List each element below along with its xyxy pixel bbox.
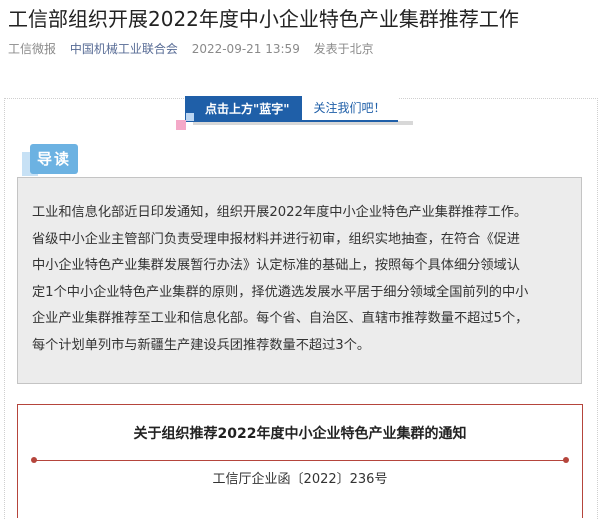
- follow-banner-cta[interactable]: 关注我们吧！: [301, 96, 398, 122]
- decor-square-pink: [176, 120, 186, 130]
- notice-divider: [34, 460, 566, 461]
- publish-datetime: 2022-09-21 13:59: [191, 42, 300, 56]
- source-account: 工信微报: [8, 42, 57, 56]
- article-title: 工信部组织开展2022年度中小企业特色产业集群推荐工作: [8, 7, 519, 31]
- divider-dot-left: [31, 457, 37, 463]
- intro-line: 中小企业特色产业集群发展暂行办法》认定标准的基础上，按照每个具体细分领域认: [32, 258, 520, 273]
- article-meta: 工信微报 中国机械工业联合会 2022-09-21 13:59 发表于北京: [8, 40, 384, 58]
- notice-document-number: 工信厅企业函〔2022〕236号: [212, 472, 388, 487]
- intro-line: 企业产业集群推荐至工业和信息化部。每个省、自治区、直辖市推荐数量不超过5个，: [32, 311, 529, 326]
- intro-line: 工业和信息化部近日印发通知，组织开展2022年度中小企业特色产业集群推荐工作。: [32, 205, 528, 220]
- divider-dot-right: [563, 457, 569, 463]
- notice-title: 关于组织推荐2022年度中小企业特色产业集群的通知: [133, 426, 467, 442]
- intro-line: 每个计划单列市与新疆生产建设兵团推荐数量不超过3个。: [32, 337, 371, 353]
- notice-box: 关于组织推荐2022年度中小企业特色产业集群的通知 工信厅企业函〔2022〕23…: [17, 404, 583, 518]
- follow-banner-prompt[interactable]: 点击上方"蓝字": [185, 96, 302, 122]
- decor-square-blue: [186, 113, 194, 121]
- intro-summary-box: 工业和信息化部近日印发通知，组织开展2022年度中小企业特色产业集群推荐工作。 …: [17, 177, 582, 384]
- publish-location: 发表于北京: [313, 42, 374, 56]
- intro-line: 省级中小企业主管部门负责受理申报材料并进行初审，组织实地抽查，在符合《促进: [32, 231, 520, 247]
- author-link[interactable]: 中国机械工业联合会: [70, 42, 178, 56]
- follow-banner[interactable]: 点击上方"蓝字" 关注我们吧！: [185, 96, 398, 122]
- intro-line: 定1个中小企业特色产业集群的原则，择优遴选发展水平居于细分领域全国前列的中小: [32, 284, 529, 300]
- intro-tag: 导读: [30, 144, 78, 174]
